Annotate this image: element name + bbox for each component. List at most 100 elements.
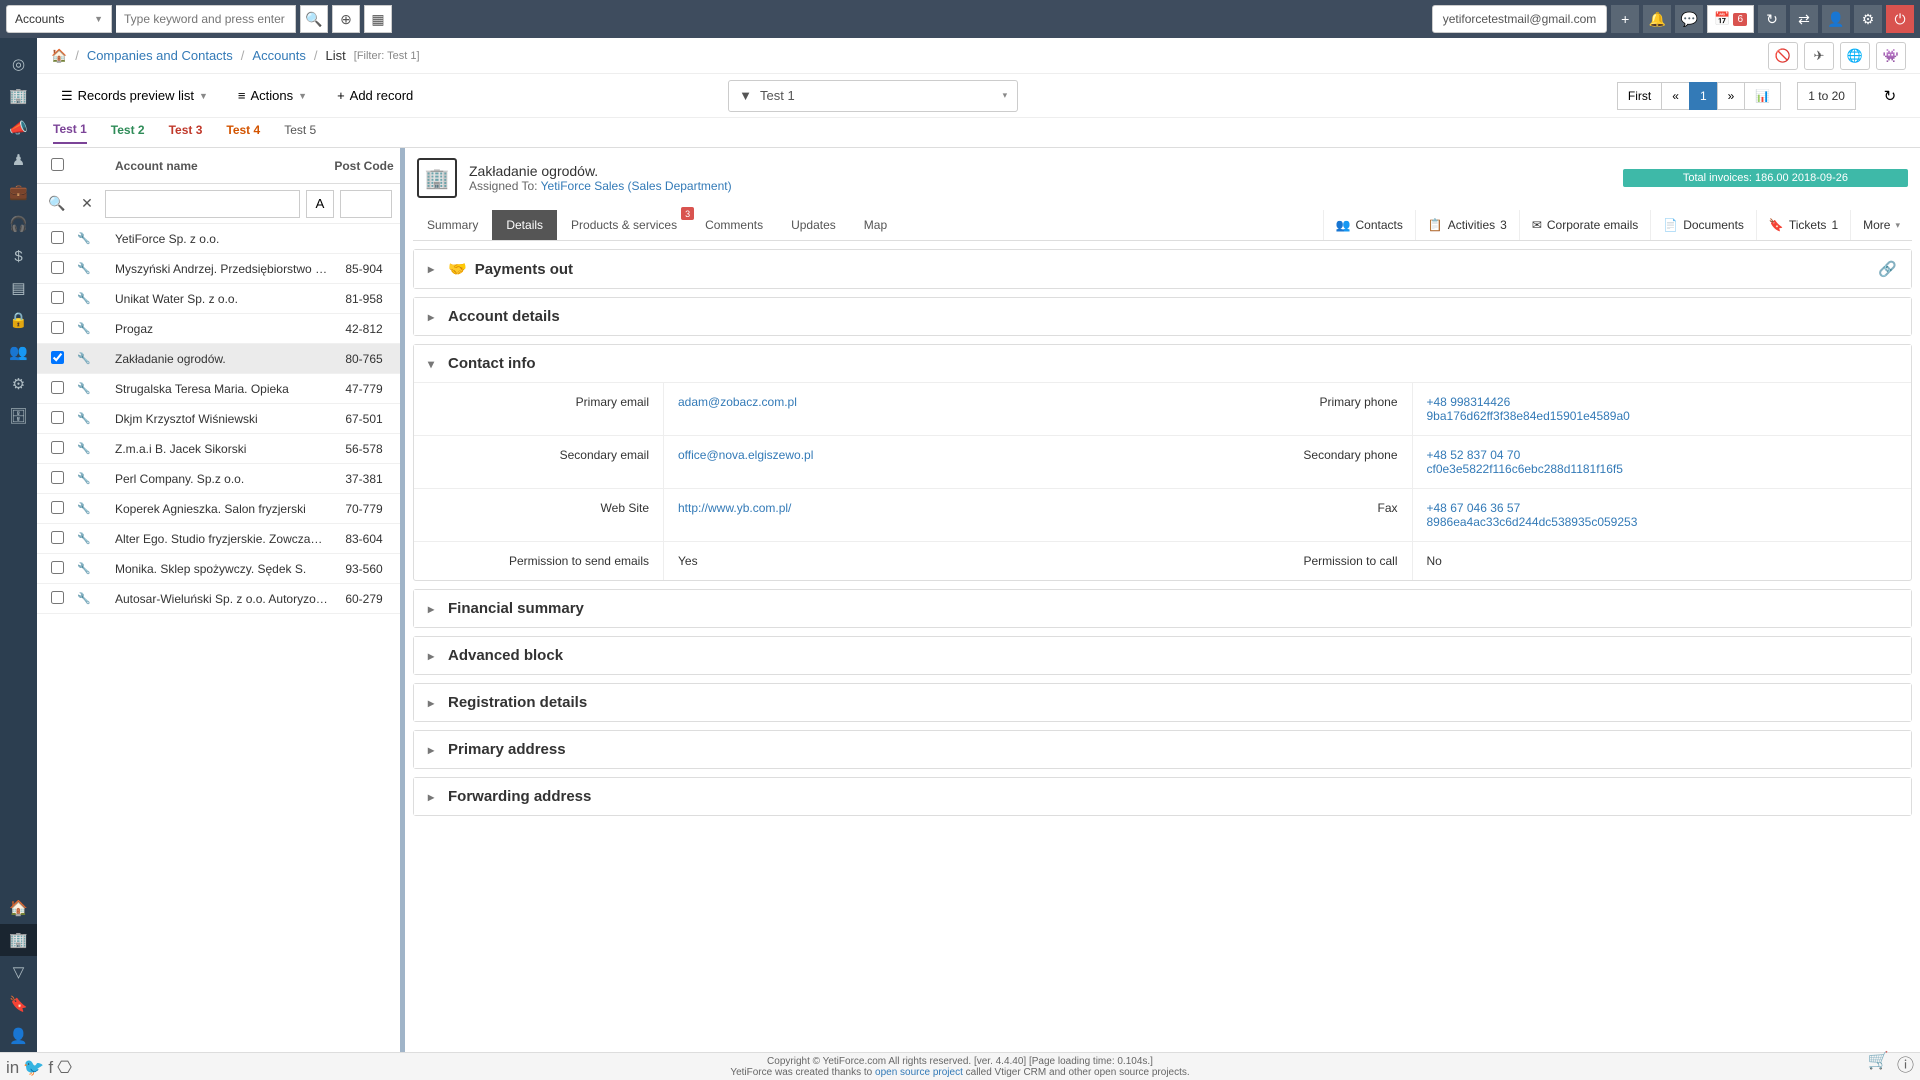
wrench-icon[interactable]: 🔧 xyxy=(77,562,107,575)
list-search-name[interactable] xyxy=(105,190,300,218)
user-email[interactable]: yetiforcetestmail@gmail.com xyxy=(1432,5,1608,33)
settings-button[interactable]: ⚙ xyxy=(1854,5,1882,33)
block-head-registration[interactable]: ▸ Registration details xyxy=(414,684,1911,721)
list-row[interactable]: 🔧Progaz42-812 xyxy=(37,314,400,344)
wrench-icon[interactable]: 🔧 xyxy=(77,292,107,305)
nav-support[interactable]: 🎧 xyxy=(0,208,37,240)
rectab-updates[interactable]: Updates xyxy=(777,210,850,240)
list-row[interactable]: 🔧Unikat Water Sp. z o.o.81-958 xyxy=(37,284,400,314)
rectab-comments[interactable]: Comments xyxy=(691,210,777,240)
nav-tag[interactable]: 🔖 xyxy=(0,988,37,1020)
wrench-icon[interactable]: 🔧 xyxy=(77,472,107,485)
link-icon[interactable]: 🔗 xyxy=(1878,260,1897,278)
list-row[interactable]: 🔧Zakładanie ogrodów.80-765 xyxy=(37,344,400,374)
nav-dashboard[interactable]: ◎ xyxy=(0,48,37,80)
assigned-to-link[interactable]: YetiForce Sales (Sales Department) xyxy=(541,179,732,193)
power-button[interactable]: ⏻ xyxy=(1886,5,1914,33)
hide-button[interactable]: 🚫 xyxy=(1768,42,1798,70)
nav-home[interactable]: 🏠 xyxy=(0,892,37,924)
wrench-icon[interactable]: 🔧 xyxy=(77,502,107,515)
linkedin-icon[interactable]: in xyxy=(6,1058,19,1078)
block-head-account[interactable]: ▸ Account details xyxy=(414,298,1911,335)
cart-icon[interactable]: 🛒 xyxy=(1868,1051,1889,1076)
add-record-button[interactable]: + Add record xyxy=(327,82,423,109)
nav-filter[interactable]: ▽ xyxy=(0,956,37,988)
breadcrumb-level1[interactable]: Companies and Contacts xyxy=(87,48,233,63)
list-search-icon[interactable]: 🔍 xyxy=(45,195,69,212)
wrench-icon[interactable]: 🔧 xyxy=(77,532,107,545)
block-head-advanced[interactable]: ▸ Advanced block xyxy=(414,637,1911,674)
nav-hr[interactable]: 👥 xyxy=(0,336,37,368)
rectab-activities[interactable]: 📋Activities3 xyxy=(1415,210,1519,240)
rectab-summary[interactable]: Summary xyxy=(413,210,492,240)
breadcrumb-level2[interactable]: Accounts xyxy=(252,48,305,63)
actions-button[interactable]: ≡ Actions ▼ xyxy=(228,82,317,109)
nav-accounts[interactable]: 🏢 xyxy=(0,924,37,956)
page-next[interactable]: » xyxy=(1717,82,1746,110)
nav-projects[interactable]: 💼 xyxy=(0,176,37,208)
filter-dropdown[interactable]: ▼ Test 1 ▾ xyxy=(728,80,1018,112)
send-button[interactable]: ✈ xyxy=(1804,42,1834,70)
row-checkbox[interactable] xyxy=(51,411,64,424)
nav-finance[interactable]: $ xyxy=(0,240,37,272)
list-row[interactable]: 🔧Myszyński Andrzej. Przedsiębiorstwo han… xyxy=(37,254,400,284)
info-icon[interactable]: ⓘ xyxy=(1897,1051,1914,1076)
col-header-post[interactable]: Post Code xyxy=(328,159,400,173)
page-prev[interactable]: « xyxy=(1661,82,1690,110)
tab-test-4[interactable]: Test 4 xyxy=(226,123,260,143)
primary-phone-hash[interactable]: 9ba176d62ff3f38e84ed15901e4589a0 xyxy=(1427,409,1898,423)
search-button[interactable]: 🔍 xyxy=(300,5,328,33)
list-row[interactable]: 🔧Monika. Sklep spożywczy. Sędek S.93-560 xyxy=(37,554,400,584)
wrench-icon[interactable]: 🔧 xyxy=(77,412,107,425)
globe-button[interactable]: 🌐 xyxy=(1840,42,1870,70)
refresh-button[interactable]: ↻ xyxy=(1874,81,1906,111)
footer-link[interactable]: open source project xyxy=(875,1067,963,1078)
row-checkbox[interactable] xyxy=(51,471,64,484)
list-row[interactable]: 🔧Z.m.a.i B. Jacek Sikorski56-578 xyxy=(37,434,400,464)
wrench-icon[interactable]: 🔧 xyxy=(77,322,107,335)
add-button[interactable]: + xyxy=(1611,5,1639,33)
nav-campaigns[interactable]: 📣 xyxy=(0,112,37,144)
secondary-phone-link[interactable]: +48 52 837 04 70 xyxy=(1427,448,1898,462)
list-row[interactable]: 🔧Dkjm Krzysztof Wiśniewski67-501 xyxy=(37,404,400,434)
page-chart[interactable]: 📊 xyxy=(1744,82,1781,110)
row-checkbox[interactable] xyxy=(51,321,64,334)
row-checkbox[interactable] xyxy=(51,291,64,304)
nav-tools[interactable]: ⚙ xyxy=(0,368,37,400)
list-text-button[interactable]: A xyxy=(306,190,334,218)
rectab-details[interactable]: Details xyxy=(492,210,557,240)
tab-test-3[interactable]: Test 3 xyxy=(169,123,203,143)
breadcrumb-home[interactable]: 🏠 xyxy=(51,48,67,64)
rectab-documents[interactable]: 📄Documents xyxy=(1650,210,1756,240)
records-preview-button[interactable]: ☰ Records preview list ▼ xyxy=(51,82,218,110)
facebook-icon[interactable]: f xyxy=(48,1058,53,1078)
list-row[interactable]: 🔧YetiForce Sp. z o.o. xyxy=(37,224,400,254)
row-checkbox[interactable] xyxy=(51,591,64,604)
select-all-checkbox[interactable] xyxy=(51,158,64,171)
wrench-icon[interactable]: 🔧 xyxy=(77,592,107,605)
block-head-payments[interactable]: ▸ 🤝 Payments out 🔗 xyxy=(414,250,1911,288)
wrench-icon[interactable]: 🔧 xyxy=(77,232,107,245)
calendar-button[interactable]: 📅 6 xyxy=(1707,5,1754,33)
tab-test-2[interactable]: Test 2 xyxy=(111,123,145,143)
tab-test-1[interactable]: Test 1 xyxy=(53,122,87,144)
secondary-email-link[interactable]: office@nova.elgiszewo.pl xyxy=(678,448,1149,462)
nav-database[interactable]: 🗄 xyxy=(0,400,37,432)
grid-button[interactable]: ▦ xyxy=(364,5,392,33)
row-checkbox[interactable] xyxy=(51,441,64,454)
misc-button[interactable]: 👾 xyxy=(1876,42,1906,70)
rectab-corporate-emails[interactable]: ✉Corporate emails xyxy=(1519,210,1650,240)
swap-button[interactable]: ⇄ xyxy=(1790,5,1818,33)
notifications-button[interactable]: 🔔 xyxy=(1643,5,1671,33)
list-search-post[interactable] xyxy=(340,190,392,218)
wrench-icon[interactable]: 🔧 xyxy=(77,442,107,455)
chat-button[interactable]: 💬 xyxy=(1675,5,1703,33)
list-row[interactable]: 🔧Alter Ego. Studio fryzjerskie. Zowczak … xyxy=(37,524,400,554)
row-checkbox[interactable] xyxy=(51,351,64,364)
nav-leads[interactable]: ♟ xyxy=(0,144,37,176)
user-button[interactable]: 👤 xyxy=(1822,5,1850,33)
list-row[interactable]: 🔧Perl Company. Sp.z o.o.37-381 xyxy=(37,464,400,494)
list-row[interactable]: 🔧Koperek Agnieszka. Salon fryzjerski70-7… xyxy=(37,494,400,524)
website-link[interactable]: http://www.yb.com.pl/ xyxy=(678,501,1149,515)
row-checkbox[interactable] xyxy=(51,381,64,394)
